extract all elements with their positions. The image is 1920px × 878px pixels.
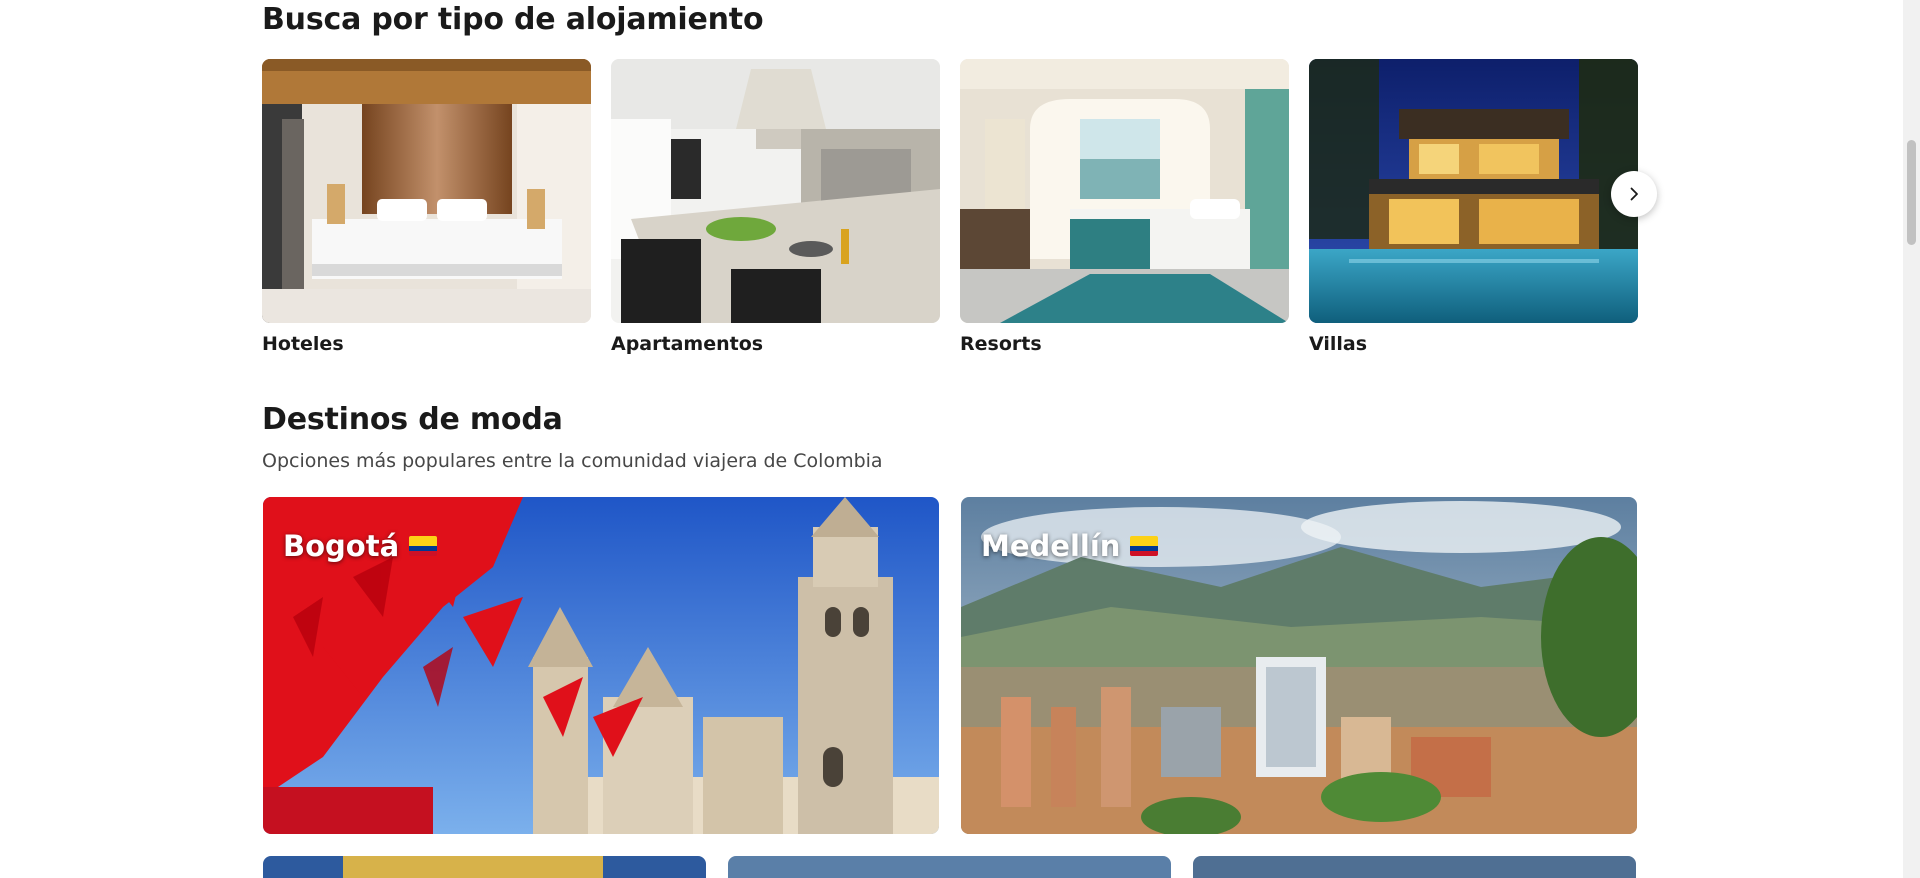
property-type-label: Villas xyxy=(1309,333,1368,355)
property-type-card-hoteles[interactable]: Hoteles xyxy=(262,59,591,355)
trending-destinations-subtitle: Opciones más populares entre la comunida… xyxy=(262,450,883,472)
property-type-label: Resorts xyxy=(960,333,1042,355)
vertical-scrollbar[interactable] xyxy=(1903,0,1920,878)
property-type-label: Apartamentos xyxy=(611,333,764,355)
property-types-carousel: Hoteles Apartamentos Resorts Villas xyxy=(262,59,1638,359)
colombia-flag-icon xyxy=(1130,536,1159,556)
destination-title: Medellín xyxy=(981,529,1159,563)
villa-pool-image[interactable] xyxy=(1309,59,1638,323)
apartment-kitchen-image[interactable] xyxy=(611,59,940,323)
colombia-flag-icon xyxy=(409,536,438,556)
property-types-heading: Busca por tipo de alojamiento xyxy=(262,2,764,37)
destination-card-medellin[interactable]: Medellín xyxy=(961,497,1637,834)
hotel-room-image[interactable] xyxy=(262,59,591,323)
property-type-label: Hoteles xyxy=(262,333,344,355)
property-type-card-resorts[interactable]: Resorts xyxy=(960,59,1289,355)
resort-room-image[interactable] xyxy=(960,59,1289,323)
carousel-next-button[interactable] xyxy=(1611,171,1657,217)
destination-image-partial xyxy=(1193,856,1636,878)
destination-card-partial[interactable] xyxy=(1193,856,1636,878)
property-type-card-villas[interactable]: Villas xyxy=(1309,59,1638,355)
destination-name: Bogotá xyxy=(283,529,400,563)
destination-card-partial[interactable] xyxy=(263,856,706,878)
destination-title: Bogotá xyxy=(283,529,438,563)
trending-destinations-heading: Destinos de moda xyxy=(262,402,563,437)
destination-image-partial xyxy=(728,856,1171,878)
destination-image-partial xyxy=(263,856,706,878)
destination-card-bogota[interactable]: Bogotá xyxy=(263,497,939,834)
destination-name: Medellín xyxy=(981,529,1121,563)
property-type-card-apartamentos[interactable]: Apartamentos xyxy=(611,59,940,355)
chevron-right-icon xyxy=(1630,187,1638,201)
destination-card-partial[interactable] xyxy=(728,856,1171,878)
scrollbar-thumb[interactable] xyxy=(1907,140,1916,245)
page: Busca por tipo de alojamiento Hoteles Ap… xyxy=(0,0,1920,878)
